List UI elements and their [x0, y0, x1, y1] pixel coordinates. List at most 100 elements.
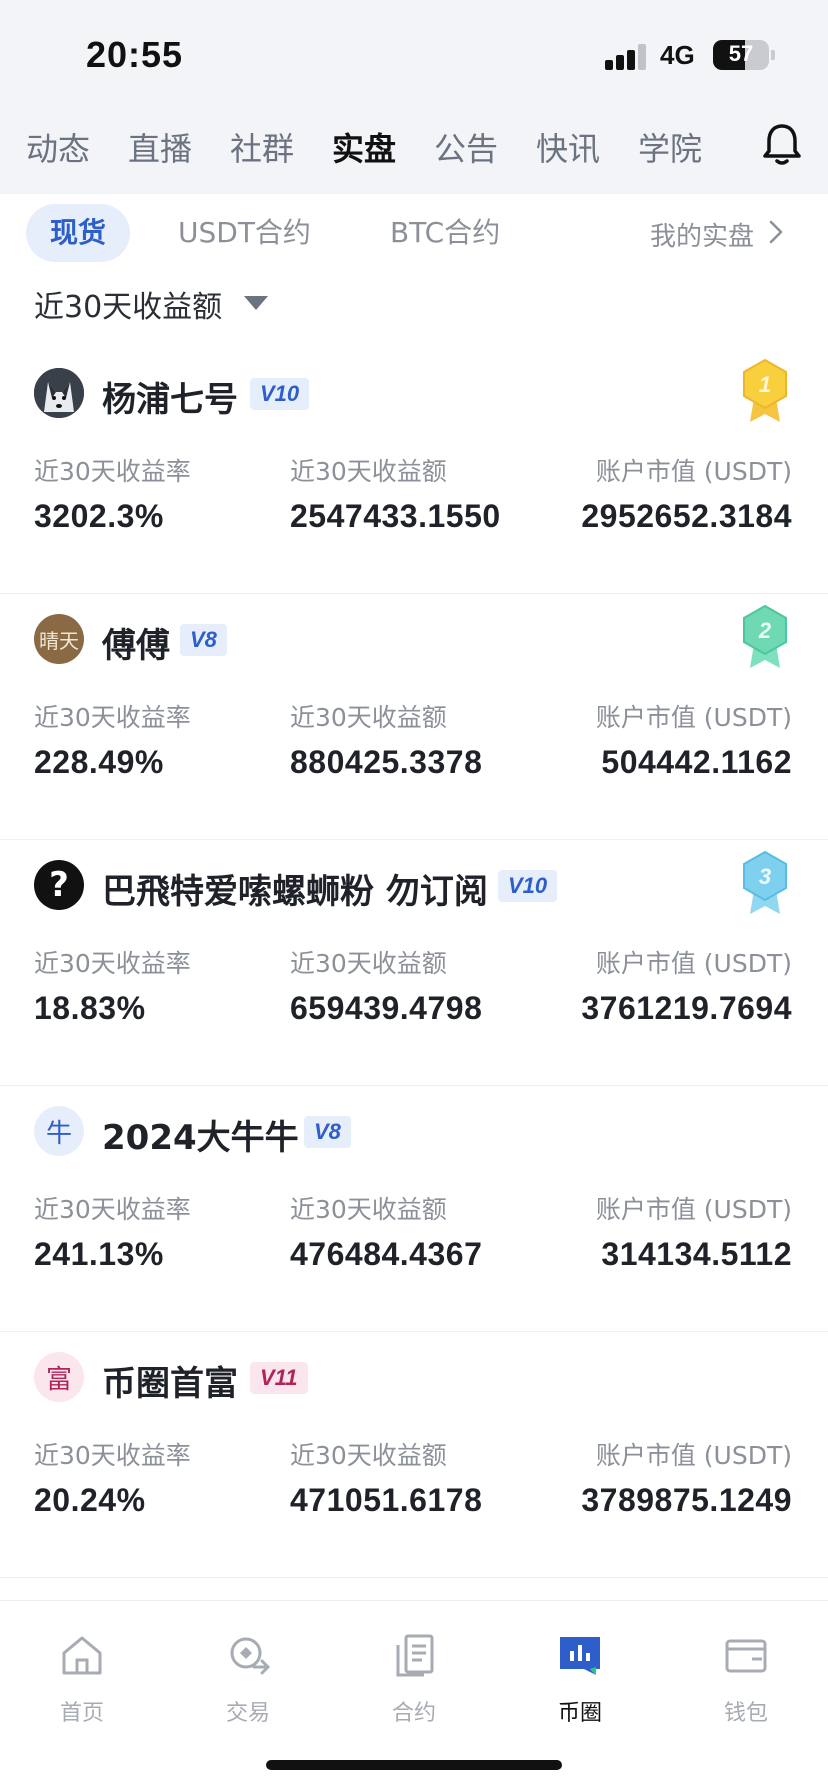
vip-level-badge: V8 [180, 624, 227, 656]
avatar [34, 368, 84, 418]
trader-name: 傅傅 [102, 626, 170, 666]
avatar: 牛 [34, 1106, 84, 1156]
vip-level-badge: V8 [304, 1116, 351, 1148]
market-value-label: 账户市值 (USDT) [595, 1195, 792, 1224]
nav-tab-community[interactable]: 社群 [230, 124, 294, 170]
tab-trade[interactable]: 交易 [188, 1631, 308, 1727]
nav-tab-live[interactable]: 直播 [128, 124, 192, 170]
market-value: 314134.5112 [601, 1236, 792, 1272]
community-icon [560, 1637, 600, 1675]
nav-tab-announcement[interactable]: 公告 [434, 124, 498, 170]
wallet-icon [725, 1639, 767, 1673]
gold-medal-icon: 1 [743, 358, 787, 422]
tab-label: 钱包 [723, 1701, 768, 1726]
rate-label: 近30天收益率 [34, 1441, 191, 1470]
avatar: 富 [34, 1352, 84, 1402]
rate-label: 近30天收益率 [34, 703, 191, 732]
rate-label: 近30天收益率 [34, 1195, 191, 1224]
husky-avatar-icon [34, 368, 84, 418]
profit-label: 近30天收益额 [290, 1441, 447, 1470]
trader-name: 2024大牛牛 [102, 1118, 299, 1158]
tab-label: 交易 [225, 1701, 270, 1726]
rate-value: 228.49% [34, 744, 164, 780]
profit-label: 近30天收益额 [290, 949, 447, 978]
tab-label: 首页 [59, 1701, 104, 1726]
rank-number: 2 [758, 618, 772, 643]
nav-tab-real-trading[interactable]: 实盘 [329, 124, 399, 172]
avatar: ? [34, 860, 84, 910]
trader-name: 杨浦七号 [102, 380, 238, 420]
battery-tip [771, 50, 775, 60]
subtab-spot[interactable]: 现货 [26, 204, 131, 262]
bell-icon[interactable] [760, 120, 804, 168]
trader-card[interactable]: 杨浦七号 V10 1 近30天收益率 近30天收益额 账户市值 (USDT) 3… [0, 348, 828, 594]
avatar-text: 牛 [45, 1118, 72, 1149]
profit-label: 近30天收益额 [290, 1195, 447, 1224]
tab-home[interactable]: 首页 [22, 1631, 142, 1727]
trader-name: 巴飛特爱嗦螺蛳粉 勿订阅 [102, 872, 488, 912]
vip-level-badge: V10 [250, 378, 310, 410]
status-bar: 20:55 4G 57 [0, 0, 828, 100]
avatar: 晴天 [34, 614, 84, 664]
tab-label: 合约 [391, 1701, 436, 1726]
tab-contract[interactable]: 合约 [354, 1631, 474, 1727]
home-icon [62, 1636, 102, 1675]
sort-filter[interactable]: 近30天收益额 [34, 282, 222, 326]
market-value: 3761219.7694 [581, 990, 792, 1026]
market-value-label: 账户市值 (USDT) [595, 703, 792, 732]
market-value-label: 账户市值 (USDT) [595, 1441, 792, 1470]
rate-label: 近30天收益率 [34, 949, 191, 978]
network-type: 4G [660, 40, 695, 70]
profit-value: 2547433.1550 [290, 498, 501, 534]
contract-icon [396, 1634, 434, 1677]
profit-value: 880425.3378 [290, 744, 483, 780]
rate-value: 18.83% [34, 990, 146, 1026]
chevron-right-icon[interactable] [766, 218, 786, 246]
market-value-label: 账户市值 (USDT) [595, 457, 792, 486]
top-nav: 动态 直播 社群 实盘 公告 快讯 学院 [0, 120, 828, 180]
my-real-trading-link[interactable]: 我的实盘 [650, 216, 754, 253]
status-time: 20:55 [86, 34, 184, 75]
tab-label: 币圈 [557, 1701, 602, 1726]
bronze-medal-icon: 3 [743, 850, 787, 914]
profit-label: 近30天收益额 [290, 457, 447, 486]
battery-level: 57 [728, 41, 754, 66]
avatar-text: 晴天 [39, 628, 79, 653]
profit-value: 476484.4367 [290, 1236, 483, 1272]
market-value-label: 账户市值 (USDT) [595, 949, 792, 978]
avatar-text: 富 [45, 1364, 72, 1395]
rate-label: 近30天收益率 [34, 457, 191, 486]
home-indicator [266, 1760, 562, 1770]
vip-level-badge: V11 [250, 1362, 308, 1394]
trader-name: 币圈首富 [102, 1364, 238, 1404]
trader-card[interactable]: 富 币圈首富 V11 近30天收益率 近30天收益额 账户市值 (USDT) 2… [0, 1332, 828, 1578]
profit-value: 659439.4798 [290, 990, 483, 1026]
tab-wallet[interactable]: 钱包 [686, 1631, 806, 1727]
market-value: 2952652.3184 [581, 498, 792, 534]
caret-down-icon[interactable] [244, 296, 268, 310]
profit-label: 近30天收益额 [290, 703, 447, 732]
subtab-btc-contract[interactable]: BTC合约 [390, 204, 500, 262]
trader-card[interactable]: 牛 2024大牛牛 V8 近30天收益率 近30天收益额 账户市值 (USDT)… [0, 1086, 828, 1332]
nav-tab-dynamic[interactable]: 动态 [26, 124, 90, 170]
signal-icon [605, 44, 649, 70]
trader-card[interactable]: 晴天 傅傅 V8 2 近30天收益率 近30天收益额 账户市值 (USDT) 2… [0, 594, 828, 840]
rank-number: 1 [759, 372, 771, 397]
trade-icon [230, 1637, 271, 1675]
rate-value: 241.13% [34, 1236, 164, 1272]
rank-number: 3 [759, 864, 771, 889]
rate-value: 3202.3% [34, 498, 164, 534]
rate-value: 20.24% [34, 1482, 146, 1518]
market-value: 3789875.1249 [581, 1482, 792, 1518]
subtab-usdt-contract[interactable]: USDT合约 [178, 204, 311, 262]
vip-level-badge: V10 [498, 870, 558, 902]
nav-tab-academy[interactable]: 学院 [638, 124, 702, 170]
market-value: 504442.1162 [601, 744, 792, 780]
tab-community[interactable]: 币圈 [520, 1631, 640, 1727]
profit-value: 471051.6178 [290, 1482, 483, 1518]
silver-medal-icon: 2 [743, 604, 787, 668]
nav-tab-news[interactable]: 快讯 [536, 124, 600, 170]
trader-card[interactable]: ? 巴飛特爱嗦螺蛳粉 勿订阅 V10 3 近30天收益率 近30天收益额 账户市… [0, 840, 828, 1086]
avatar-text: ? [49, 865, 69, 905]
battery-icon: 57 [713, 40, 769, 70]
